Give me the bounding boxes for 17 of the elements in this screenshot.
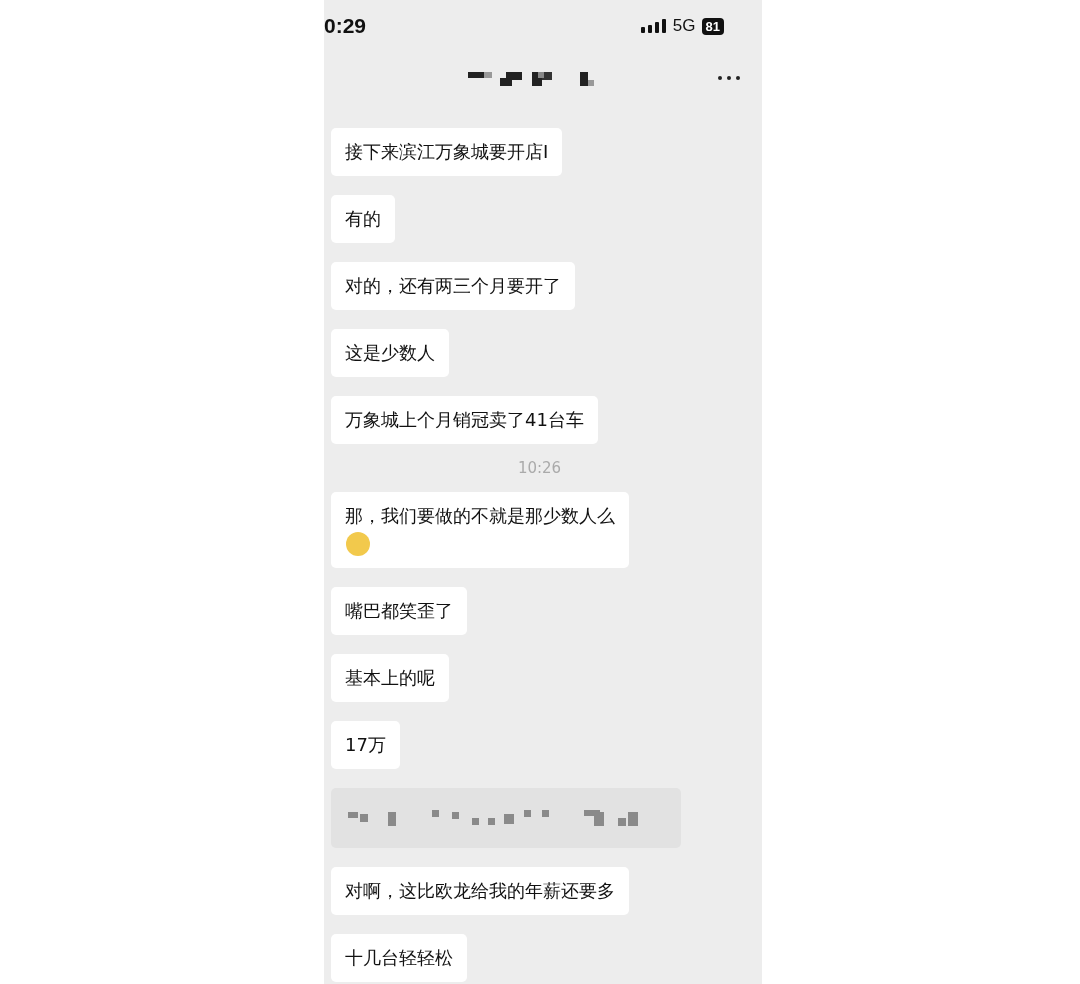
message-text: 那，我们要做的不就是那少数人么 xyxy=(345,504,615,528)
more-icon[interactable] xyxy=(718,76,740,80)
message-text: 17万 xyxy=(345,733,386,757)
battery-indicator: 81 xyxy=(701,17,724,35)
network-label: 5G xyxy=(672,16,696,36)
timestamp: 10:26 xyxy=(517,459,562,477)
message-text: 这是少数人 xyxy=(345,341,435,365)
message-text: 嘴巴都笑歪了 xyxy=(345,599,453,623)
status-time: 0:29 xyxy=(324,14,367,38)
message-text: 十几台轻轻松 xyxy=(345,946,453,970)
message-text: 基本上的呢 xyxy=(345,666,435,690)
message-text: 万象城上个月销冠卖了41台车 xyxy=(345,408,584,432)
message-text: 有的 xyxy=(345,207,381,231)
message-text: 接下来滨江万象城要开店I xyxy=(345,140,549,164)
message-text: 对的，还有两三个月要开了 xyxy=(345,274,561,298)
message-text: 对啊，这比欧龙给我的年薪还要多 xyxy=(345,879,615,903)
signal-icon xyxy=(640,19,667,33)
